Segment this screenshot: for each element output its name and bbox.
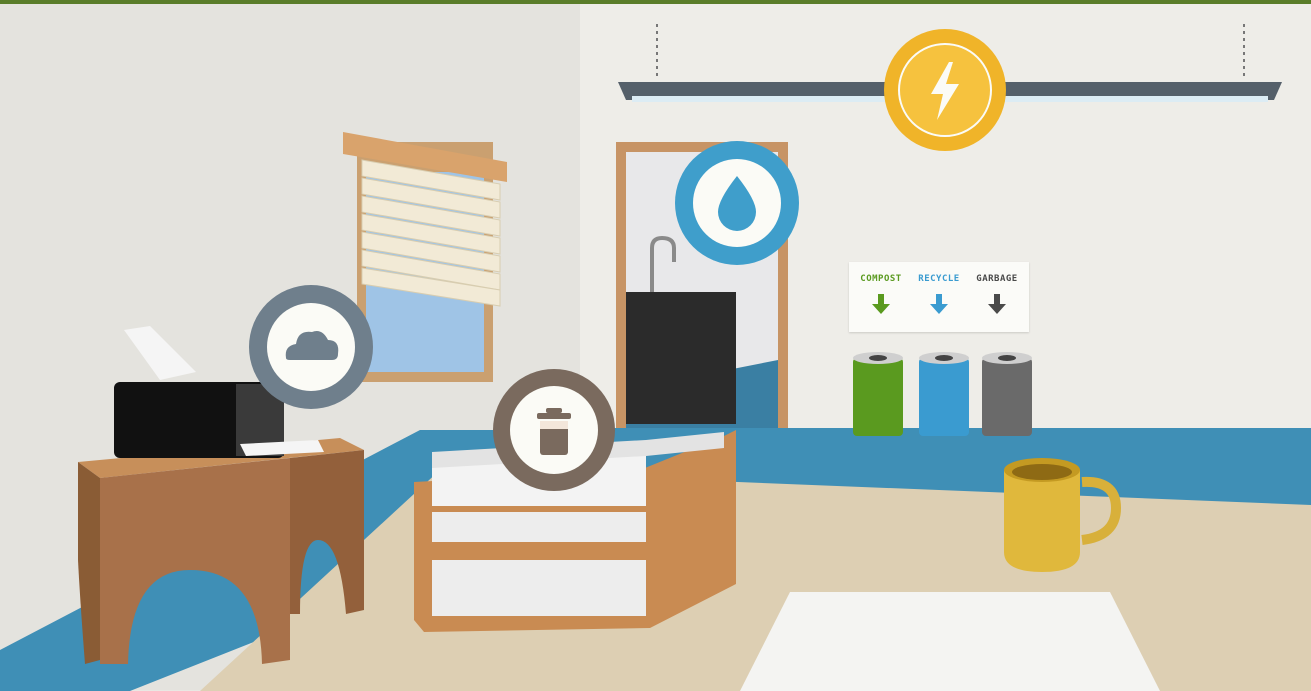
energy-hotspot[interactable]: [883, 28, 1007, 152]
water-hotspot[interactable]: [674, 140, 800, 266]
garbage-bin: [982, 358, 1032, 436]
recycling-bins: [853, 352, 1032, 436]
paper-sheet: [740, 592, 1160, 691]
waste-hotspot[interactable]: [492, 368, 616, 492]
office-scene: COMPOST RECYCLE GARBAGE: [0, 0, 1311, 691]
frame-top: [0, 0, 1311, 4]
recycle-label-group: RECYCLE: [911, 268, 967, 316]
compost-label-group: COMPOST: [853, 268, 909, 316]
bin-icon: [493, 369, 615, 491]
recycle-bin: [919, 358, 969, 436]
lightning-icon: [884, 29, 1006, 151]
room-background: [0, 0, 1311, 691]
sink-cabinet: [626, 292, 736, 424]
compost-bin: [853, 358, 903, 436]
bins-sign: COMPOST RECYCLE GARBAGE: [849, 262, 1029, 332]
compost-label: COMPOST: [860, 274, 902, 284]
garbage-arrow-icon: [988, 294, 1006, 314]
cloud-icon: [249, 285, 373, 409]
recycle-arrow-icon: [930, 294, 948, 314]
recycle-label: RECYCLE: [918, 274, 960, 284]
compost-arrow-icon: [872, 294, 890, 314]
garbage-label-group: GARBAGE: [969, 268, 1025, 316]
cloud-hotspot[interactable]: [248, 284, 374, 410]
garbage-label: GARBAGE: [976, 274, 1018, 284]
water-drop-icon: [675, 141, 799, 265]
